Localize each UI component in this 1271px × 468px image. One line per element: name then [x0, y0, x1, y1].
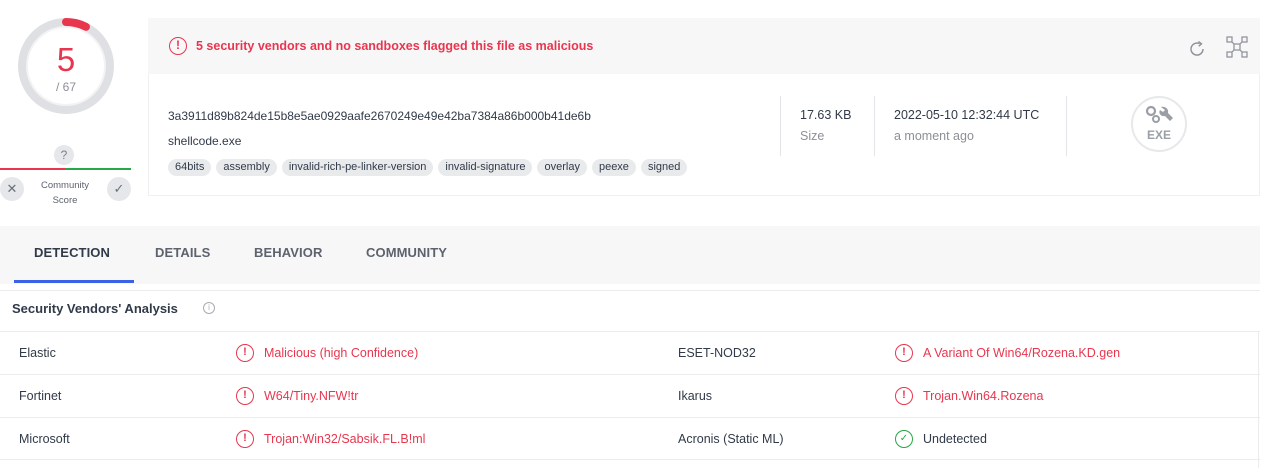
result-text: A Variant Of Win64/Rozena.KD.gen [923, 346, 1121, 360]
alert-icon: ! [236, 387, 254, 405]
section-title: Security Vendors' Analysis [12, 301, 178, 316]
file-hash[interactable]: 3a3911d89b824de15b8e5ae0929aafe2670249e4… [168, 109, 591, 123]
divider [0, 290, 1260, 291]
result-text: Trojan.Win64.Rozena [923, 389, 1044, 403]
alert-icon: ! [895, 387, 913, 405]
divider [1258, 331, 1259, 468]
vendor-table: Elastic ! Malicious (high Confidence) ES… [0, 331, 1260, 460]
file-tag[interactable]: signed [640, 159, 688, 176]
file-tag[interactable]: assembly [216, 159, 277, 176]
score-detected: 5 [56, 41, 76, 78]
tab-community[interactable]: COMMUNITY [366, 245, 447, 260]
check-circle-icon: ✓ [895, 430, 913, 448]
table-row: Elastic ! Malicious (high Confidence) ES… [0, 331, 1260, 374]
file-tag[interactable]: invalid-signature [438, 159, 533, 176]
detection-banner: ! 5 security vendors and no sandboxes fl… [148, 18, 1260, 74]
tab-behavior[interactable]: BEHAVIOR [254, 245, 322, 260]
graph-icon[interactable] [1225, 35, 1249, 59]
alert-icon: ! [236, 344, 254, 362]
analysis-date-relative: a moment ago [894, 129, 974, 143]
vendor-result: ! W64/Tiny.NFW!tr [236, 387, 358, 405]
community-score-value: ? [54, 145, 74, 165]
divider [1066, 96, 1067, 156]
alert-icon: ! [236, 430, 254, 448]
table-row: Microsoft ! Trojan:Win32/Sabsik.FL.B!ml … [0, 417, 1260, 460]
file-info-panel: 3a3911d89b824de15b8e5ae0929aafe2670249e4… [148, 74, 1260, 196]
vendor-result: ! Malicious (high Confidence) [236, 344, 418, 362]
gears-icon [1145, 105, 1173, 123]
result-text: Malicious (high Confidence) [264, 346, 419, 360]
file-tag[interactable]: overlay [537, 159, 587, 176]
divider [874, 96, 875, 156]
table-row: Fortinet ! W64/Tiny.NFW!tr Ikarus ! Troj… [0, 374, 1260, 417]
info-icon[interactable]: i [203, 302, 215, 314]
file-type-badge: EXE [1131, 96, 1187, 152]
detection-summary: 5 security vendors and no sandboxes flag… [196, 39, 594, 53]
vendor-name: Acronis (Static ML) [678, 432, 784, 446]
file-name: shellcode.exe [168, 134, 242, 148]
check-icon[interactable]: ✓ [107, 177, 131, 201]
result-text: Undetected [923, 432, 987, 446]
vendor-result: ! Trojan.Win64.Rozena [895, 387, 1043, 405]
vendor-name: Ikarus [678, 389, 713, 403]
vendor-name: Fortinet [19, 389, 62, 403]
vendor-result: ✓ Undetected [895, 430, 987, 448]
file-type-label: EXE [1146, 128, 1171, 142]
reanalyze-icon[interactable] [1186, 38, 1208, 60]
alert-icon: ! [895, 344, 913, 362]
vendor-result: ! Trojan:Win32/Sabsik.FL.B!ml [236, 430, 425, 448]
divider [780, 96, 781, 156]
community-score-label: Community Score [40, 180, 90, 206]
vendor-result: ! A Variant Of Win64/Rozena.KD.gen [895, 344, 1120, 362]
result-text: Trojan:Win32/Sabsik.FL.B!ml [264, 432, 426, 446]
file-tags: 64bits assembly invalid-rich-pe-linker-v… [168, 159, 688, 176]
tab-detection[interactable]: DETECTION [34, 245, 110, 260]
file-tag[interactable]: peexe [591, 159, 636, 176]
detection-score: 5 / 67 [14, 16, 118, 120]
alert-icon: ! [169, 37, 187, 55]
file-tag[interactable]: invalid-rich-pe-linker-version [281, 159, 434, 176]
community-score-bar-positive [65, 168, 131, 170]
file-tag[interactable]: 64bits [168, 159, 212, 176]
file-size-value: 17.63 KB [800, 108, 852, 122]
analysis-date-value: 2022-05-10 12:32:44 UTC [894, 108, 1040, 122]
vendor-name: Microsoft [19, 432, 70, 446]
vendor-name: Elastic [19, 346, 56, 360]
result-text: W64/Tiny.NFW!tr [264, 389, 359, 403]
tab-details[interactable]: DETAILS [155, 245, 210, 260]
score-total: / 67 [55, 80, 76, 94]
vendor-name: ESET-NOD32 [678, 346, 756, 360]
active-tab-indicator [14, 280, 134, 283]
close-icon[interactable]: ✕ [0, 177, 24, 201]
file-size-label: Size [800, 129, 825, 143]
tab-bar: DETECTION DETAILS BEHAVIOR COMMUNITY [0, 226, 1260, 284]
community-score-bar-negative [0, 168, 65, 170]
